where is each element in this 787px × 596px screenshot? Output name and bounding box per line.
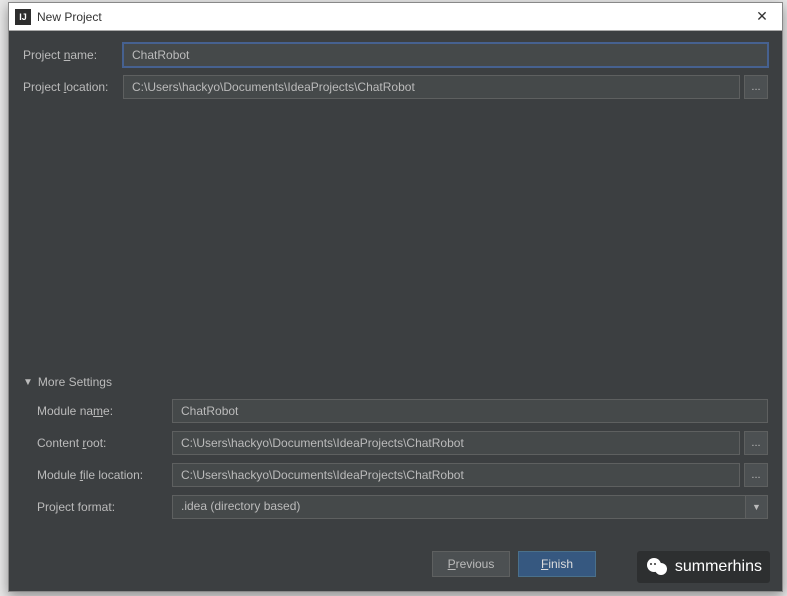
project-name-row: Project name: [23, 43, 768, 67]
content-root-browse-button[interactable]: ... [744, 431, 768, 455]
project-format-label: Project format: [37, 500, 172, 514]
app-icon: IJ [15, 9, 31, 25]
module-file-location-input[interactable] [172, 463, 740, 487]
content-root-input[interactable] [172, 431, 740, 455]
project-name-label: Project name: [23, 48, 123, 62]
project-format-value: .idea (directory based) [172, 495, 746, 519]
project-location-label: Project location: [23, 80, 123, 94]
module-name-label: Module name: [37, 404, 172, 418]
project-name-input[interactable] [123, 43, 768, 67]
content-root-row: Content root: ... [37, 431, 768, 455]
module-name-row: Module name: [37, 399, 768, 423]
dialog-content: Project name: Project location: ... ▼ Mo… [9, 31, 782, 541]
module-file-location-row: Module file location: ... [37, 463, 768, 487]
project-location-browse-button[interactable]: ... [744, 75, 768, 99]
content-root-label: Content root: [37, 436, 172, 450]
module-name-input[interactable] [172, 399, 768, 423]
close-button[interactable]: ✕ [748, 6, 776, 28]
project-format-row: Project format: .idea (directory based) … [37, 495, 768, 519]
finish-button[interactable]: Finish [518, 551, 596, 577]
previous-button[interactable]: Previous [432, 551, 510, 577]
more-settings-toggle[interactable]: ▼ More Settings [23, 375, 768, 389]
more-settings-panel: Module name: Content root: ... Module fi… [23, 399, 768, 533]
project-location-input[interactable] [123, 75, 740, 99]
titlebar: IJ New Project ✕ [9, 3, 782, 31]
project-location-row: Project location: ... [23, 75, 768, 99]
module-file-location-label: Module file location: [37, 468, 172, 482]
more-settings-label: More Settings [38, 375, 112, 389]
project-format-select[interactable]: .idea (directory based) ▼ [172, 495, 768, 519]
chevron-down-icon: ▼ [23, 377, 33, 388]
spacer [23, 107, 768, 375]
dropdown-arrow-icon: ▼ [746, 495, 768, 519]
button-row: Previous Finish [9, 541, 782, 591]
module-file-location-browse-button[interactable]: ... [744, 463, 768, 487]
new-project-dialog: IJ New Project ✕ Project name: Project l… [8, 2, 783, 592]
window-title: New Project [37, 10, 748, 24]
